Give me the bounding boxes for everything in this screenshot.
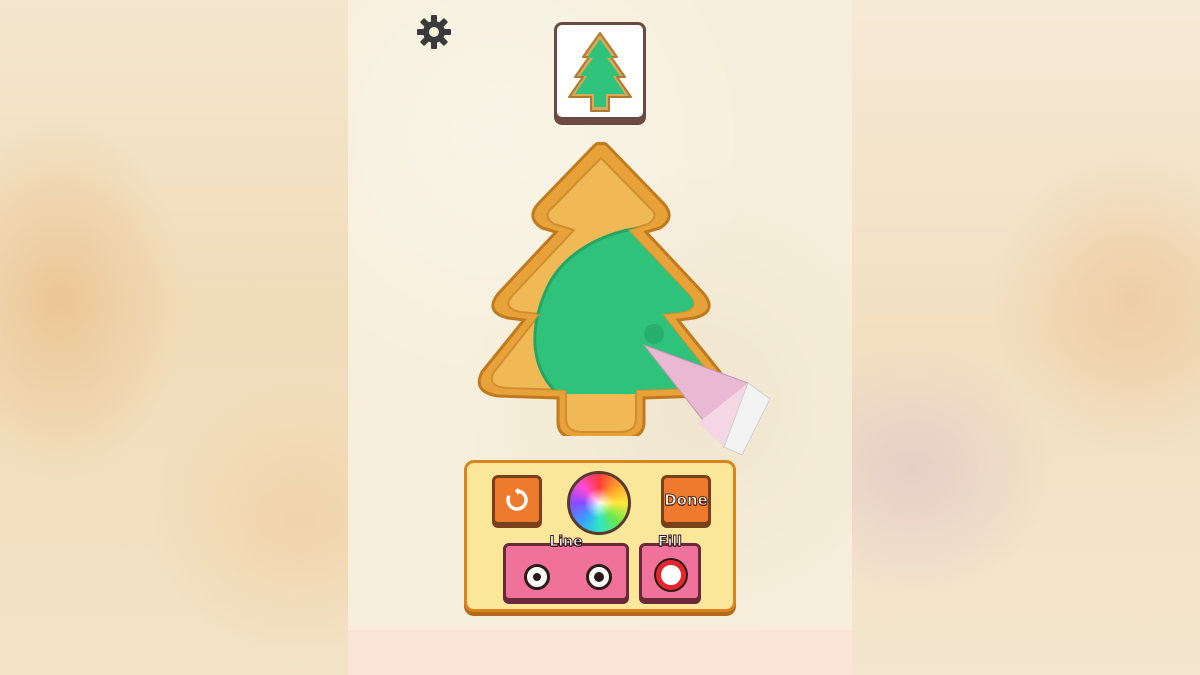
done-button[interactable]: Done: [661, 475, 711, 525]
undo-icon: [506, 488, 528, 511]
done-label: Done: [664, 491, 709, 510]
fill-label: Fill: [658, 534, 683, 551]
tool-panel: Done Line Fill: [464, 460, 736, 612]
line-size-small-option[interactable]: [524, 564, 550, 590]
color-wheel-icon[interactable]: [567, 471, 631, 535]
target-preview-card: [554, 22, 646, 120]
line-label: Line: [549, 534, 583, 551]
blurred-background-left: [0, 0, 348, 675]
game-viewport: Done Line Fill: [348, 0, 852, 675]
floor-strip: [348, 630, 852, 675]
piping-bag[interactable]: [638, 335, 778, 459]
blurred-background-right: [852, 0, 1200, 675]
undo-button[interactable]: [492, 475, 542, 525]
line-style-selector[interactable]: Line: [503, 534, 629, 601]
tree-cookie-icon: [568, 32, 632, 112]
gear-icon[interactable]: [416, 14, 452, 50]
fill-selector[interactable]: Fill: [639, 534, 701, 601]
line-size-large-option[interactable]: [586, 564, 612, 590]
fill-option-selected[interactable]: [656, 560, 686, 590]
